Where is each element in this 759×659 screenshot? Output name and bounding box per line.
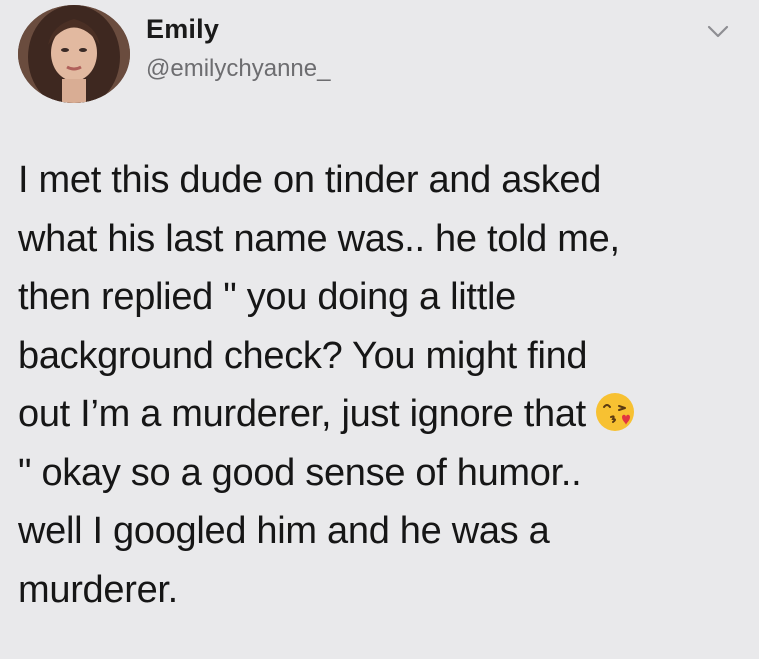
display-name[interactable]: Emily bbox=[146, 14, 219, 45]
tweet-line: murderer. bbox=[18, 568, 178, 611]
tweet-line: I met this dude on tinder and asked bbox=[18, 159, 602, 201]
user-handle[interactable]: @emilychyanne_ bbox=[146, 55, 330, 83]
avatar-image bbox=[18, 5, 130, 103]
tweet-line: well I googled him and he was a bbox=[18, 510, 550, 552]
tweet-card: Emily @emilychyanne_ I met this dude on … bbox=[0, 0, 759, 659]
face-blowing-kiss-emoji bbox=[594, 391, 636, 433]
tweet-line: out I’m a murderer, just ignore that bbox=[18, 393, 586, 435]
tweet-line: background check? You might find bbox=[18, 334, 588, 377]
chevron-down-icon[interactable] bbox=[706, 22, 730, 42]
tweet-line: " okay so a good sense of humor.. bbox=[18, 451, 582, 494]
tweet-line: then replied " you doing a little bbox=[18, 276, 516, 318]
tweet-text: I met this dude on tinder and asked what… bbox=[18, 151, 753, 619]
tweet-line: what his last name was.. he told me, bbox=[18, 217, 620, 260]
avatar[interactable] bbox=[18, 5, 130, 103]
tweet-line-with-emoji: out I’m a murderer, just ignore that bbox=[18, 385, 753, 444]
